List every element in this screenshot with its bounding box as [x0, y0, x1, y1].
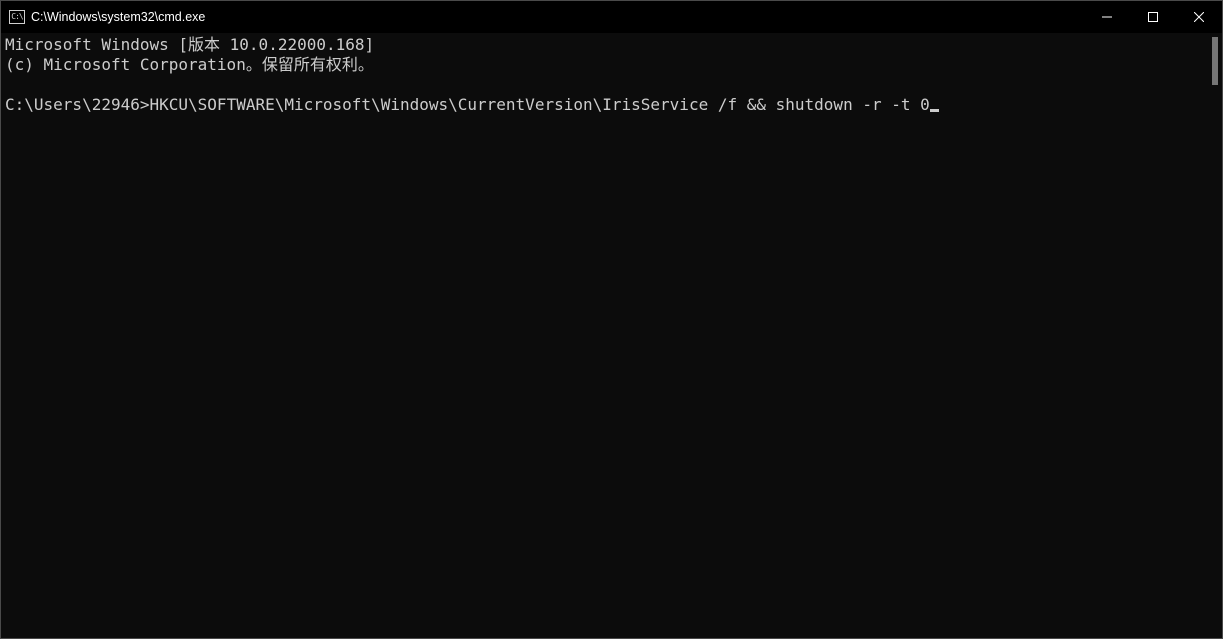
terminal-area[interactable]: Microsoft Windows [版本 10.0.22000.168](c)… [1, 33, 1222, 638]
terminal-command-input[interactable]: HKCU\SOFTWARE\Microsoft\Windows\CurrentV… [150, 95, 930, 114]
terminal-prompt: C:\Users\22946> [5, 95, 150, 114]
minimize-icon [1102, 12, 1112, 22]
terminal-output-line: (c) Microsoft Corporation。保留所有权利。 [5, 55, 1218, 75]
window-title: C:\Windows\system32\cmd.exe [31, 10, 205, 24]
close-button[interactable] [1176, 1, 1222, 33]
maximize-icon [1148, 12, 1158, 22]
terminal-output-line: Microsoft Windows [版本 10.0.22000.168] [5, 35, 1218, 55]
minimize-button[interactable] [1084, 1, 1130, 33]
terminal-cursor [930, 109, 939, 112]
window-controls [1084, 1, 1222, 33]
close-icon [1194, 12, 1204, 22]
cmd-window: C:\Windows\system32\cmd.exe Microsoft Wi… [0, 0, 1223, 639]
scrollbar-thumb[interactable] [1212, 37, 1218, 85]
maximize-button[interactable] [1130, 1, 1176, 33]
titlebar[interactable]: C:\Windows\system32\cmd.exe [1, 1, 1222, 33]
titlebar-left: C:\Windows\system32\cmd.exe [1, 10, 205, 24]
vertical-scrollbar[interactable] [1205, 33, 1222, 637]
cmd-icon [9, 10, 25, 24]
terminal-prompt-line: C:\Users\22946>HKCU\SOFTWARE\Microsoft\W… [5, 95, 1218, 115]
